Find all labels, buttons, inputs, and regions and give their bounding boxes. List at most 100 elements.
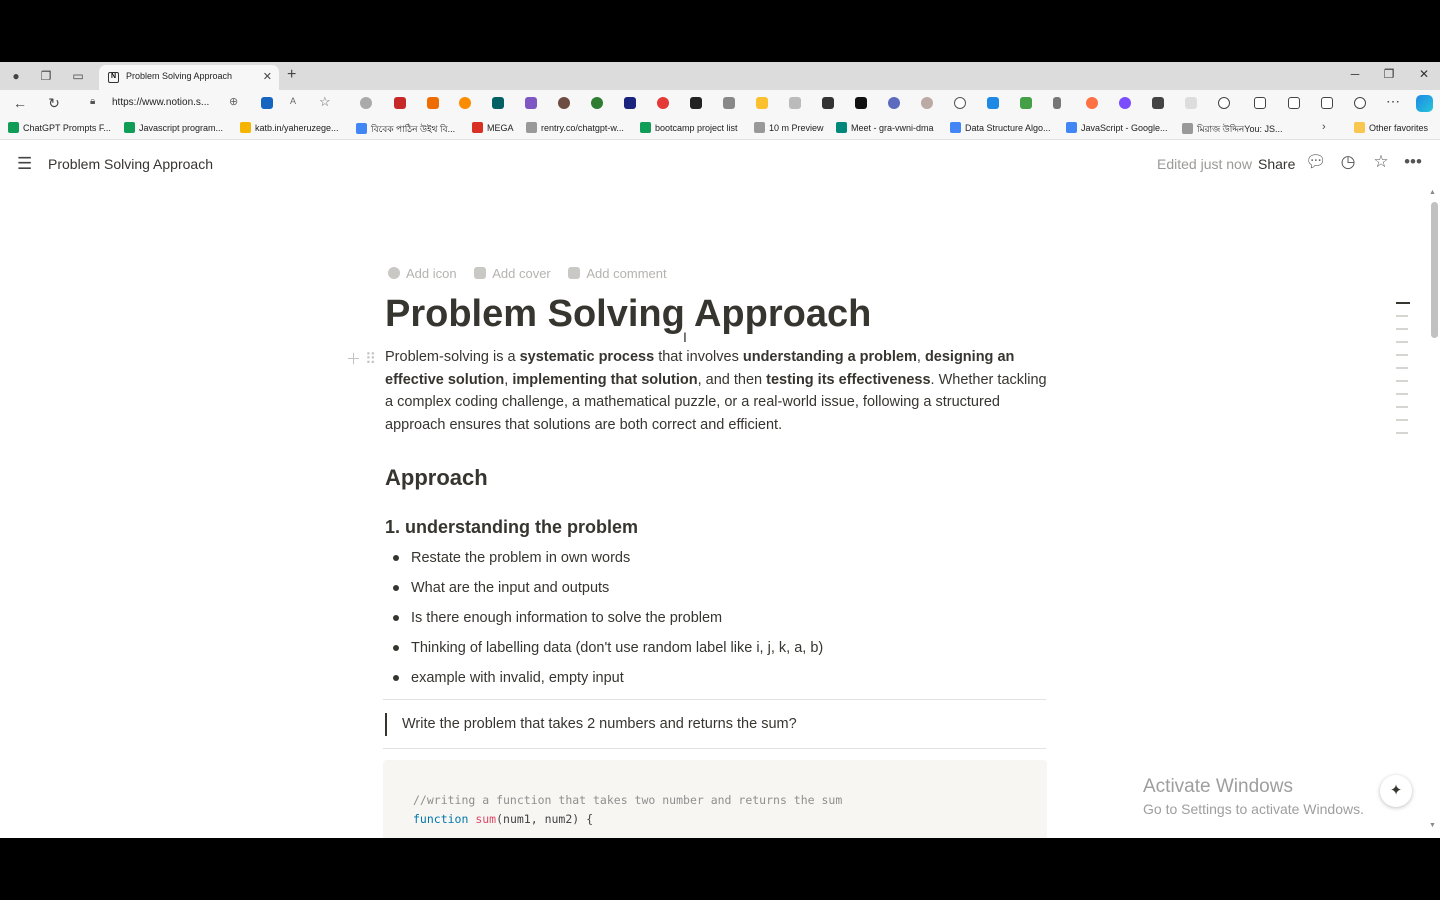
extensions-puzzle-icon[interactable] <box>1218 97 1230 109</box>
favorites-icon[interactable] <box>1288 97 1300 109</box>
extension-icon[interactable] <box>1152 97 1164 109</box>
add-icon-button[interactable]: Add icon <box>388 266 457 281</box>
code-line: function sum(num1, num2) { <box>413 812 594 826</box>
address-bar[interactable]: 🔒︎ https://www.notion.s... ⊕ A ☆ <box>88 94 348 113</box>
folder-icon <box>1354 122 1365 133</box>
bookmark-item[interactable]: মিরাজ উদ্দিনYou: JS... <box>1182 122 1283 137</box>
extension-icon[interactable] <box>459 97 471 109</box>
extension-icon[interactable] <box>1020 97 1032 109</box>
bookmark-item[interactable]: 10 m Preview <box>754 122 824 133</box>
subheading-understanding[interactable]: 1. understanding the problem <box>385 517 638 538</box>
bookmark-favicon-icon <box>526 122 537 133</box>
extension-icon[interactable] <box>756 97 768 109</box>
more-menu-icon[interactable]: ⋯ <box>1384 93 1402 110</box>
scroll-up-icon[interactable]: ▲ <box>1429 189 1436 196</box>
extension-icon[interactable] <box>657 97 669 109</box>
extension-icon[interactable] <box>394 97 406 109</box>
close-window-icon[interactable]: ✕ <box>1414 67 1434 81</box>
extension-icon[interactable] <box>1119 97 1131 109</box>
tab-active[interactable]: N Problem Solving Approach ✕ <box>99 65 279 90</box>
sidebar-toggle-icon[interactable]: ☰ <box>17 154 32 174</box>
read-aloud-icon[interactable]: A <box>290 96 296 106</box>
activate-windows-watermark: Activate Windows Go to Settings to activ… <box>1143 776 1364 817</box>
back-icon[interactable]: ← <box>11 95 29 111</box>
bookmark-item[interactable]: katb.in/yaheruzege... <box>240 122 339 133</box>
add-cover-button[interactable]: Add cover <box>474 266 551 281</box>
other-favorites-folder[interactable]: Other favorites <box>1354 122 1428 133</box>
minimize-icon[interactable]: ─ <box>1345 67 1365 81</box>
smiley-icon <box>388 267 400 279</box>
extension-icon[interactable] <box>789 97 801 109</box>
bookmark-item[interactable]: bootcamp project list <box>640 122 738 133</box>
split-screen-icon[interactable] <box>1254 97 1266 109</box>
list-item[interactable]: What are the input and outputs <box>393 577 823 607</box>
close-tab-icon[interactable]: ✕ <box>263 70 272 83</box>
code-block[interactable]: //writing a function that takes two numb… <box>383 760 1047 838</box>
scrollbar-thumb[interactable] <box>1431 202 1438 338</box>
comments-icon[interactable]: 💬︎ <box>1305 152 1327 172</box>
extension-icon[interactable] <box>261 97 273 109</box>
extension-icon[interactable] <box>987 97 999 109</box>
more-options-icon[interactable]: ••• <box>1403 152 1423 172</box>
list-item[interactable]: Thinking of labelling data (don't use ra… <box>393 637 823 667</box>
extension-icon[interactable] <box>921 97 933 109</box>
heading-approach[interactable]: Approach <box>385 465 488 491</box>
favorite-star-icon[interactable]: ☆ <box>1371 152 1391 172</box>
tab-actions-icon[interactable]: ▭ <box>70 68 86 84</box>
profile-icon[interactable]: ● <box>8 68 24 84</box>
bookmark-item[interactable]: JavaScript - Google... <box>1066 122 1168 133</box>
new-tab-button[interactable]: + <box>287 66 296 84</box>
history-clock-icon[interactable]: ◷ <box>1338 152 1358 172</box>
extension-icon[interactable] <box>525 97 537 109</box>
extension-icon[interactable] <box>954 97 966 109</box>
restore-icon[interactable]: ❐ <box>1379 67 1399 81</box>
favorite-star-icon[interactable]: ☆ <box>319 94 331 110</box>
bookmarks-overflow-icon[interactable]: › <box>1322 121 1326 133</box>
extension-icon[interactable] <box>723 97 735 109</box>
copilot-icon[interactable] <box>1416 95 1433 112</box>
bookmark-item[interactable]: বিবেক পাঠিন উইথ বি... <box>356 122 455 137</box>
bookmark-item[interactable]: rentry.co/chatgpt-w... <box>526 122 624 133</box>
extension-icon[interactable] <box>591 97 603 109</box>
page-actions: Add icon Add cover Add comment <box>388 266 681 282</box>
bookmark-item[interactable]: ChatGPT Prompts F... <box>8 122 111 133</box>
bookmark-item[interactable]: Meet - gra-vwni-dma <box>836 122 934 133</box>
extension-icon[interactable] <box>624 97 636 109</box>
extension-icon[interactable] <box>1086 97 1098 109</box>
extension-icon[interactable] <box>492 97 504 109</box>
collections-icon[interactable] <box>1321 97 1333 109</box>
extension-icon[interactable] <box>855 97 867 109</box>
scroll-down-icon[interactable]: ▼ <box>1429 822 1436 829</box>
extension-icon[interactable] <box>360 97 372 109</box>
extension-icon[interactable] <box>888 97 900 109</box>
drag-handle[interactable]: ＋ ⠿ <box>346 348 376 369</box>
workspaces-icon[interactable]: ❐ <box>38 68 54 84</box>
add-comment-button[interactable]: Add comment <box>568 266 667 281</box>
extension-icon[interactable] <box>690 97 702 109</box>
page-title[interactable]: Problem Solving Approach <box>385 293 871 336</box>
breadcrumb[interactable]: Problem Solving Approach <box>48 156 213 172</box>
microphone-icon[interactable] <box>1053 97 1061 109</box>
bookmark-item[interactable]: Javascript program... <box>124 122 223 133</box>
table-of-contents-minimap[interactable] <box>1396 302 1410 445</box>
notion-ai-sparkle-icon[interactable]: ✦ <box>1380 775 1412 807</box>
list-item[interactable]: example with invalid, empty input <box>393 667 823 697</box>
list-item[interactable]: Is there enough information to solve the… <box>393 607 823 637</box>
bullet-list: Restate the problem in own words What ar… <box>393 547 823 697</box>
intro-paragraph[interactable]: Problem-solving is a systematic process … <box>385 346 1049 436</box>
comment-icon <box>568 267 581 279</box>
list-item[interactable]: Restate the problem in own words <box>393 547 823 577</box>
extension-icon[interactable] <box>822 97 834 109</box>
zoom-icon[interactable]: ⊕ <box>229 95 238 108</box>
browser-essentials-icon[interactable] <box>1354 97 1366 109</box>
extension-icon[interactable] <box>558 97 570 109</box>
quote-block[interactable]: Write the problem that takes 2 numbers a… <box>385 713 797 736</box>
share-button[interactable]: Share <box>1258 156 1295 172</box>
toc-line <box>1396 419 1408 421</box>
bookmark-item[interactable]: MEGA <box>472 122 514 133</box>
divider <box>383 748 1046 749</box>
bookmark-item[interactable]: Data Structure Algo... <box>950 122 1051 133</box>
extension-icon[interactable] <box>427 97 439 109</box>
extension-icon[interactable] <box>1185 97 1197 109</box>
refresh-icon[interactable]: ↻ <box>45 95 63 112</box>
